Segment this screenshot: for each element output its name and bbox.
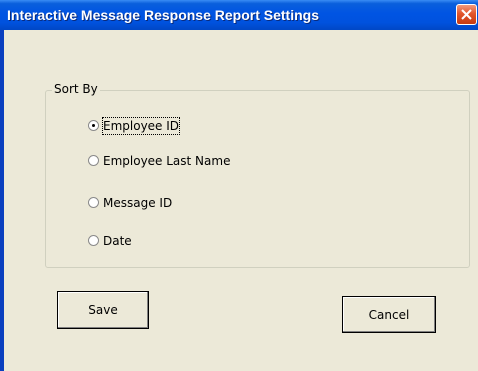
window-title: Interactive Message Response Report Sett… bbox=[7, 7, 319, 23]
cancel-button[interactable]: Cancel bbox=[342, 296, 436, 333]
window-left-border bbox=[0, 30, 4, 371]
radio-employee-last-name[interactable] bbox=[88, 155, 99, 166]
sort-by-legend: Sort By bbox=[52, 82, 100, 96]
radio-label-employee-id[interactable]: Employee ID bbox=[101, 117, 181, 135]
dialog-window: Interactive Message Response Report Sett… bbox=[0, 0, 478, 371]
radio-message-id[interactable] bbox=[88, 197, 99, 208]
radio-label-date[interactable]: Date bbox=[103, 233, 132, 249]
radio-label-message-id[interactable]: Message ID bbox=[103, 195, 172, 211]
title-bar[interactable]: Interactive Message Response Report Sett… bbox=[0, 0, 478, 30]
close-button[interactable] bbox=[456, 4, 477, 25]
radio-label-employee-last-name[interactable]: Employee Last Name bbox=[103, 153, 230, 169]
close-icon bbox=[461, 9, 472, 20]
save-button[interactable]: Save bbox=[57, 291, 149, 329]
radio-employee-id[interactable] bbox=[88, 120, 99, 131]
radio-date[interactable] bbox=[88, 235, 99, 246]
